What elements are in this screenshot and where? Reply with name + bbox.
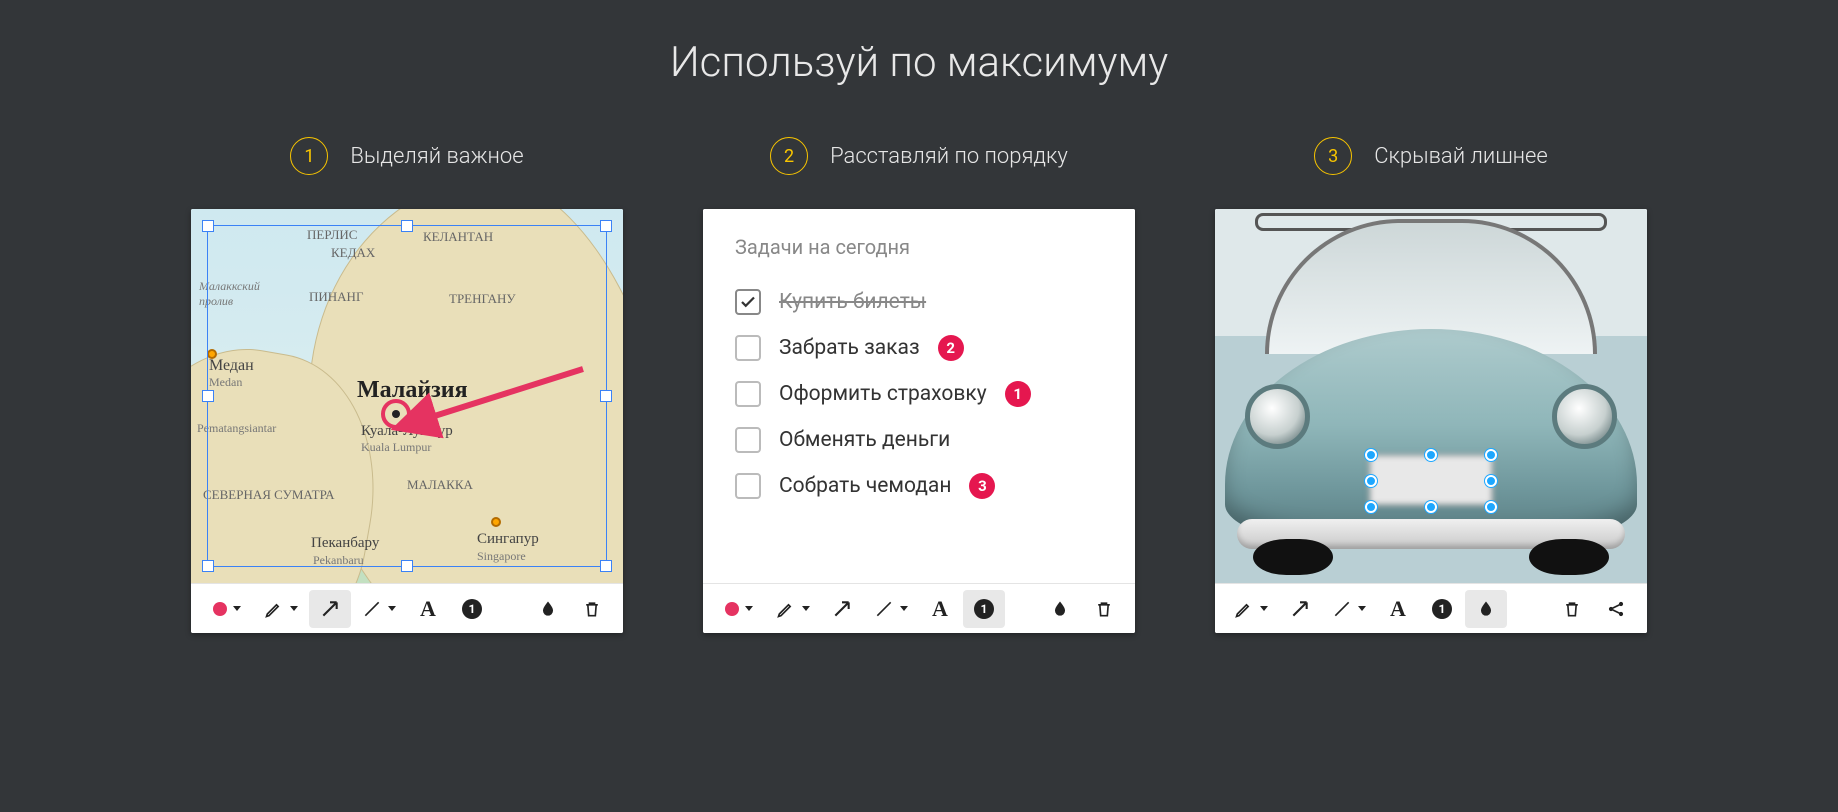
card-highlight: 1 Выделяй важное ПЕРЛИС КЕДАХ КЕЛАНТАН П… xyxy=(191,137,623,633)
tool-blur[interactable] xyxy=(1465,590,1507,628)
tool-pen[interactable] xyxy=(1225,590,1277,628)
tool-blur[interactable] xyxy=(527,590,569,628)
tool-line[interactable] xyxy=(865,590,917,628)
card-label-3: Скрывай лишнее xyxy=(1374,144,1548,169)
car-tire xyxy=(1529,539,1609,575)
selection-handle[interactable] xyxy=(1485,475,1497,487)
tool-arrow[interactable] xyxy=(309,590,351,628)
viewport-todo: Задачи на сегодня Купить билеты Забрать … xyxy=(703,209,1135,583)
tool-pen[interactable] xyxy=(255,590,307,628)
viewport-map: ПЕРЛИС КЕДАХ КЕЛАНТАН ПИНАНГ ТРЕНГАНУ Ма… xyxy=(191,209,623,583)
todo-heading: Задачи на сегодня xyxy=(735,235,1103,259)
tool-pen[interactable] xyxy=(767,590,819,628)
toolbar-1: A 1 xyxy=(191,583,623,633)
car-headlight xyxy=(1552,384,1617,449)
todo-text: Забрать заказ xyxy=(779,336,920,360)
tool-blur[interactable] xyxy=(1039,590,1081,628)
step-number-3: 3 xyxy=(1314,137,1352,175)
checkbox-icon[interactable] xyxy=(735,381,761,407)
tool-line[interactable] xyxy=(1323,590,1375,628)
tool-arrow[interactable] xyxy=(1279,590,1321,628)
toolbar-2: A 1 xyxy=(703,583,1135,633)
tool-trash[interactable] xyxy=(1083,590,1125,628)
tool-color[interactable] xyxy=(713,590,765,628)
tool-text[interactable]: A xyxy=(1377,590,1419,628)
tool-share[interactable] xyxy=(1595,590,1637,628)
todo-text: Купить билеты xyxy=(779,290,926,314)
tool-trash[interactable] xyxy=(1551,590,1593,628)
todo-row: Обменять деньги xyxy=(735,417,1103,463)
selection-handle[interactable] xyxy=(1425,501,1437,513)
viewport-car xyxy=(1215,209,1647,583)
step-number-2: 2 xyxy=(770,137,808,175)
tool-text[interactable]: A xyxy=(919,590,961,628)
card-label-2: Расставляй по порядку xyxy=(830,144,1068,169)
screenshot-3: A 1 xyxy=(1215,209,1647,633)
selection-handle[interactable] xyxy=(1425,449,1437,461)
page-title: Используй по максимуму xyxy=(40,38,1798,87)
tool-step[interactable]: 1 xyxy=(963,590,1005,628)
selection-handle[interactable] xyxy=(1485,449,1497,461)
card-order: 2 Расставляй по порядку Задачи на сегодн… xyxy=(703,137,1135,633)
selection-handle[interactable] xyxy=(1365,449,1377,461)
todo-row: Купить билеты xyxy=(735,279,1103,325)
checkbox-icon[interactable] xyxy=(735,473,761,499)
blurred-plate[interactable] xyxy=(1369,454,1494,506)
car-headlight xyxy=(1245,384,1310,449)
checkbox-checked-icon[interactable] xyxy=(735,289,761,315)
selection-handle[interactable] xyxy=(1365,501,1377,513)
tool-text[interactable]: A xyxy=(407,590,449,628)
selection-handle[interactable] xyxy=(1365,475,1377,487)
step-number-1: 1 xyxy=(290,137,328,175)
step-badge[interactable]: 2 xyxy=(938,335,964,361)
tool-arrow[interactable] xyxy=(821,590,863,628)
step-badge[interactable]: 1 xyxy=(1005,381,1031,407)
todo-text: Собрать чемодан xyxy=(779,474,951,498)
toolbar-3: A 1 xyxy=(1215,583,1647,633)
tool-trash[interactable] xyxy=(571,590,613,628)
feature-cards: 1 Выделяй важное ПЕРЛИС КЕДАХ КЕЛАНТАН П… xyxy=(40,137,1798,633)
todo-text: Обменять деньги xyxy=(779,428,950,452)
selection-handle[interactable] xyxy=(1485,501,1497,513)
checkbox-icon[interactable] xyxy=(735,335,761,361)
todo-row: Оформить страховку 1 xyxy=(735,371,1103,417)
todo-row: Забрать заказ 2 xyxy=(735,325,1103,371)
tool-step[interactable]: 1 xyxy=(1421,590,1463,628)
car-tire xyxy=(1253,539,1333,575)
tool-line[interactable] xyxy=(353,590,405,628)
card-hide: 3 Скрывай лишнее xyxy=(1215,137,1647,633)
tool-step[interactable]: 1 xyxy=(451,590,493,628)
todo-text: Оформить страховку xyxy=(779,382,987,406)
screenshot-2: Задачи на сегодня Купить билеты Забрать … xyxy=(703,209,1135,633)
tool-color[interactable] xyxy=(201,590,253,628)
checkbox-icon[interactable] xyxy=(735,427,761,453)
card-label-1: Выделяй важное xyxy=(350,144,523,169)
todo-row: Собрать чемодан 3 xyxy=(735,463,1103,509)
selection-frame[interactable] xyxy=(207,225,607,567)
step-badge[interactable]: 3 xyxy=(969,473,995,499)
screenshot-1: ПЕРЛИС КЕДАХ КЕЛАНТАН ПИНАНГ ТРЕНГАНУ Ма… xyxy=(191,209,623,633)
